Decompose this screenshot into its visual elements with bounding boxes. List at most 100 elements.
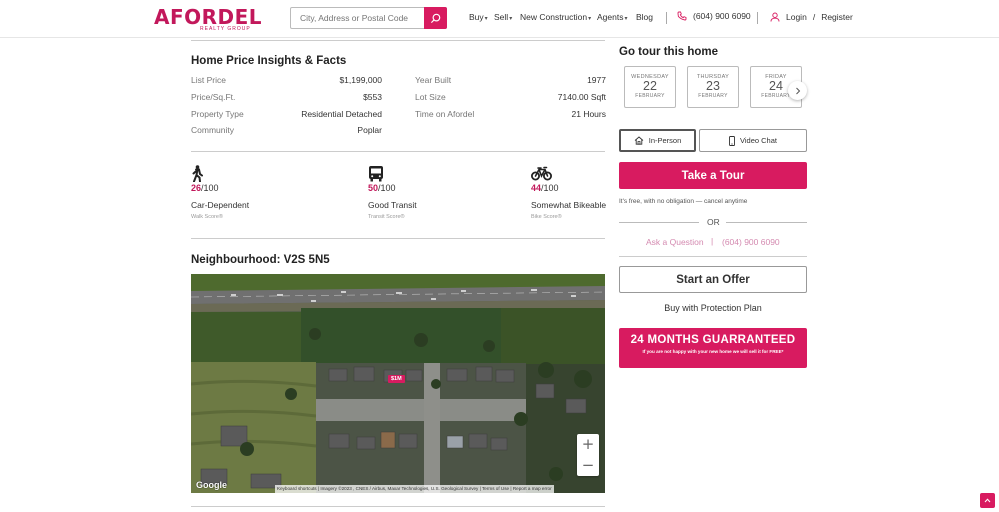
video-chat-label: Video Chat: [740, 136, 777, 145]
guarantee-title: 24 MONTHS GUARRANTEED: [630, 334, 796, 346]
logo-subtitle: REALTY GROUP: [200, 26, 251, 32]
search-input[interactable]: [291, 8, 424, 28]
chevron-down-icon: ▾: [509, 16, 513, 22]
tour-day-card[interactable]: THURSDAY 23 FEBRUARY: [687, 66, 739, 108]
section-divider: [191, 151, 605, 152]
map-zoom-control: + −: [577, 434, 599, 476]
fact-label: Year Built: [415, 75, 452, 85]
section-divider: [191, 238, 605, 239]
header-divider: [666, 12, 667, 24]
phone-icon: [677, 11, 687, 21]
scroll-to-top-button[interactable]: [980, 493, 995, 508]
register-link[interactable]: Register: [821, 12, 853, 22]
tour-day-card[interactable]: WEDNESDAY 22 FEBRUARY: [624, 66, 676, 108]
fact-value: $553: [363, 92, 382, 102]
zoom-out-button[interactable]: −: [577, 455, 599, 476]
section-divider: [191, 506, 605, 507]
nav-agents-label: Agents: [597, 12, 624, 22]
fact-label: Property Type: [191, 109, 244, 119]
brand-logo[interactable]: AFORDEL REALTY GROUP: [154, 5, 263, 32]
nav-agents[interactable]: Agents▾: [597, 12, 627, 22]
login-separator: /: [812, 12, 816, 22]
score-source: Walk Score®: [191, 214, 223, 220]
chevron-right-icon: [795, 87, 800, 94]
fact-value: Residential Detached: [301, 109, 382, 119]
zoom-in-button[interactable]: +: [577, 434, 599, 455]
link-separator: |: [711, 236, 714, 246]
satellite-imagery: [191, 274, 605, 493]
fact-label: Time on Afordel: [415, 109, 475, 119]
logo-text: AFORDEL: [154, 5, 263, 29]
score-description: Good Transit: [368, 200, 417, 210]
search-button[interactable]: [424, 7, 447, 29]
fact-value: 7140.00 Sqft: [557, 92, 606, 102]
neighbourhood-map[interactable]: $1M + − Google Keyboard shortcuts | Imag…: [191, 274, 605, 493]
chevron-down-icon: ▾: [624, 16, 628, 22]
google-logo: Google: [196, 480, 227, 490]
section-divider: [619, 256, 807, 257]
or-label: OR: [707, 217, 720, 227]
nav-buy-label: Buy: [469, 12, 484, 22]
fact-value: Poplar: [357, 125, 382, 135]
nav-new-construction-label: New Construction: [520, 12, 588, 22]
nav-blog[interactable]: Blog: [636, 12, 653, 22]
guarantee-subtitle: If you are not happy with your new home …: [642, 349, 784, 354]
free-tour-note: It's free, with no obligation — cancel a…: [619, 198, 748, 205]
login-link[interactable]: Login: [786, 12, 807, 22]
protection-plan-link[interactable]: Buy with Protection Plan: [619, 303, 807, 313]
day-month: FEBRUARY: [635, 93, 665, 99]
header-divider: [757, 12, 758, 24]
video-chat-option[interactable]: Video Chat: [699, 129, 807, 152]
chevron-down-icon: ▾: [588, 16, 592, 22]
walk-icon: [191, 165, 301, 183]
in-person-label: In-Person: [648, 136, 682, 145]
header-phone[interactable]: (604) 900 6090: [677, 11, 751, 21]
search-box: [290, 7, 447, 29]
in-person-option[interactable]: In-Person: [619, 129, 696, 152]
smartphone-icon: [729, 135, 735, 146]
fact-label: Lot Size: [415, 92, 446, 102]
transit-score[interactable]: 50/100 Good Transit Transit Score®: [368, 165, 478, 220]
contact-phone-link[interactable]: (604) 900 6090: [722, 237, 780, 247]
header-phone-number: (604) 900 6090: [693, 11, 751, 21]
start-offer-button[interactable]: Start an Offer: [619, 266, 807, 293]
chevron-down-icon: ▾: [484, 16, 488, 22]
ask-question-link[interactable]: Ask a Question: [646, 237, 704, 247]
nav-buy[interactable]: Buy▾: [469, 12, 488, 22]
next-days-button[interactable]: [788, 81, 807, 100]
walk-score[interactable]: 26/100 Car-Dependent Walk Score®: [191, 165, 301, 220]
fact-value: $1,199,000: [339, 75, 382, 85]
site-header: AFORDEL REALTY GROUP Buy▾ Sell▾ New Cons…: [0, 0, 999, 38]
chevron-up-icon: [984, 498, 991, 503]
fact-label: List Price: [191, 75, 226, 85]
score-source: Bike Score®: [531, 214, 562, 220]
facts-title: Home Price Insights & Facts: [191, 55, 347, 67]
home-icon: [634, 136, 644, 145]
nav-new-construction[interactable]: New Construction▾: [520, 12, 591, 22]
nav-blog-label: Blog: [636, 12, 654, 22]
tour-title: Go tour this home: [619, 46, 719, 58]
or-divider-right: [726, 222, 807, 223]
fact-value: 1977: [587, 75, 606, 85]
score-description: Car-Dependent: [191, 200, 250, 210]
score-value: 50/100: [368, 183, 396, 193]
user-icon: [770, 12, 780, 22]
guarantee-banner[interactable]: 24 MONTHS GUARRANTEED If you are not hap…: [619, 328, 807, 368]
day-number: 23: [706, 79, 720, 93]
nav-sell[interactable]: Sell▾: [494, 12, 512, 22]
fact-label: Price/Sq.Ft.: [191, 92, 236, 102]
neighbourhood-title: Neighbourhood: V2S 5N5: [191, 254, 330, 266]
take-tour-button[interactable]: Take a Tour: [619, 162, 807, 189]
nav-sell-label: Sell: [494, 12, 509, 22]
map-attribution[interactable]: Keyboard shortcuts | Imagery ©2023 , CNE…: [275, 485, 554, 493]
or-divider-left: [619, 222, 699, 223]
search-icon: [430, 13, 441, 23]
score-value: 26/100: [191, 183, 219, 193]
section-divider: [191, 40, 605, 41]
bus-icon: [368, 165, 478, 182]
price-marker[interactable]: $1M: [388, 375, 405, 383]
login-register: Login / Register: [770, 12, 853, 22]
day-month: FEBRUARY: [698, 93, 728, 99]
day-number: 22: [643, 79, 657, 93]
score-source: Transit Score®: [368, 214, 405, 220]
